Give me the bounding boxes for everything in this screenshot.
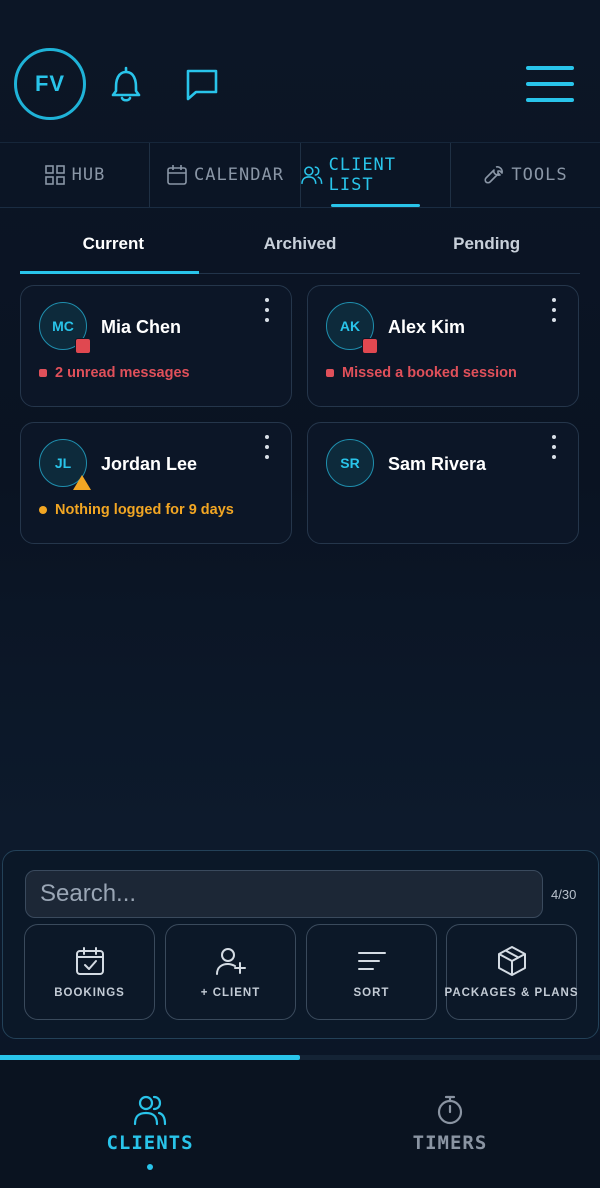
stopwatch-icon [437,1095,463,1125]
user-avatar-initials: FV [34,71,66,96]
sort-button[interactable]: SORT [306,924,437,1020]
status-dot [326,369,334,377]
client-filter-tabs: Current Archived Pending [20,222,580,274]
tab-tools[interactable]: TOOLS [451,143,600,207]
alert-badge [362,338,378,354]
client-avatar: SR [326,439,374,487]
client-status: 2 unread messages [39,365,190,381]
more-options-icon[interactable] [544,296,564,324]
warning-icon [73,475,91,490]
sort-label: SORT [353,987,390,999]
client-name: Mia Chen [101,317,182,337]
tab-pending[interactable]: Pending [393,222,580,273]
client-card[interactable]: SR Sam Rivera [307,422,579,544]
menu-icon [526,66,574,70]
app-header: FV [0,0,600,142]
tab-hub-label: HUB [71,165,106,185]
add-user-icon [215,948,246,975]
nav-timers-label: TIMERS [412,1132,488,1154]
tab-calendar[interactable]: CALENDAR [150,143,301,207]
alert-badge [75,338,91,354]
bookings-label: BOOKINGS [54,987,125,999]
bell-icon[interactable] [108,64,144,104]
menu-button[interactable] [526,66,574,104]
client-card[interactable]: JL Jordan Lee Nothing logged for 9 days [20,422,292,544]
tab-tools-label: TOOLS [511,165,568,185]
more-options-icon[interactable] [257,296,277,324]
client-card[interactable]: MC Mia Chen 2 unread messages [20,285,292,407]
nav-clients[interactable]: CLIENTS [0,1060,300,1188]
chat-icon[interactable] [184,64,220,104]
client-status-text: Missed a booked session [342,365,517,381]
tab-archived[interactable]: Archived [207,222,394,273]
packages-plans-button[interactable]: PACKAGES & PLANS [444,924,579,1020]
active-indicator [147,1164,153,1170]
nav-timers[interactable]: TIMERS [300,1060,600,1188]
tab-current[interactable]: Current [20,222,207,274]
client-status-text: 2 unread messages [55,365,190,381]
client-count: 4/30 [551,887,577,902]
client-card[interactable]: AK Alex Kim Missed a booked session [307,285,579,407]
client-status: Nothing logged for 9 days [39,502,234,518]
client-name: Jordan Lee [101,454,198,474]
main-tabs: HUB CALENDAR CLIENT LIST TOOLS [0,142,600,208]
grid-icon [44,165,65,185]
client-status-text: Nothing logged for 9 days [55,502,234,518]
add-client-label: + CLIENT [200,987,261,999]
users-icon [133,1095,167,1126]
status-dot [39,506,47,514]
calendar-icon [167,165,187,185]
add-client-button[interactable]: + CLIENT [165,924,296,1020]
calendar-check-icon [75,947,104,975]
client-name: Alex Kim [388,317,466,337]
nav-clients-label: CLIENTS [106,1132,194,1154]
user-avatar[interactable]: FV [14,48,86,120]
more-options-icon[interactable] [257,433,277,461]
status-dot [39,369,47,377]
bottom-nav: CLIENTS TIMERS [0,1060,600,1188]
client-name: Sam Rivera [388,454,487,474]
client-status: Missed a booked session [326,365,517,381]
more-options-icon[interactable] [544,433,564,461]
wrench-icon [484,166,504,184]
tab-client-list-label: CLIENT LIST [328,155,397,195]
search-input[interactable] [25,870,543,918]
bookings-button[interactable]: BOOKINGS [24,924,155,1020]
packages-plans-label: PACKAGES & PLANS [444,987,579,999]
tab-calendar-label: CALENDAR [194,165,284,185]
tab-client-list[interactable]: CLIENT LIST [301,143,451,207]
tab-hub[interactable]: HUB [0,143,150,207]
users-icon [301,166,323,184]
client-actions-panel: 4/30 BOOKINGS + CLIENT SORT PACKAGES & P… [2,850,599,1039]
sort-icon [357,952,386,970]
package-icon [497,946,526,976]
